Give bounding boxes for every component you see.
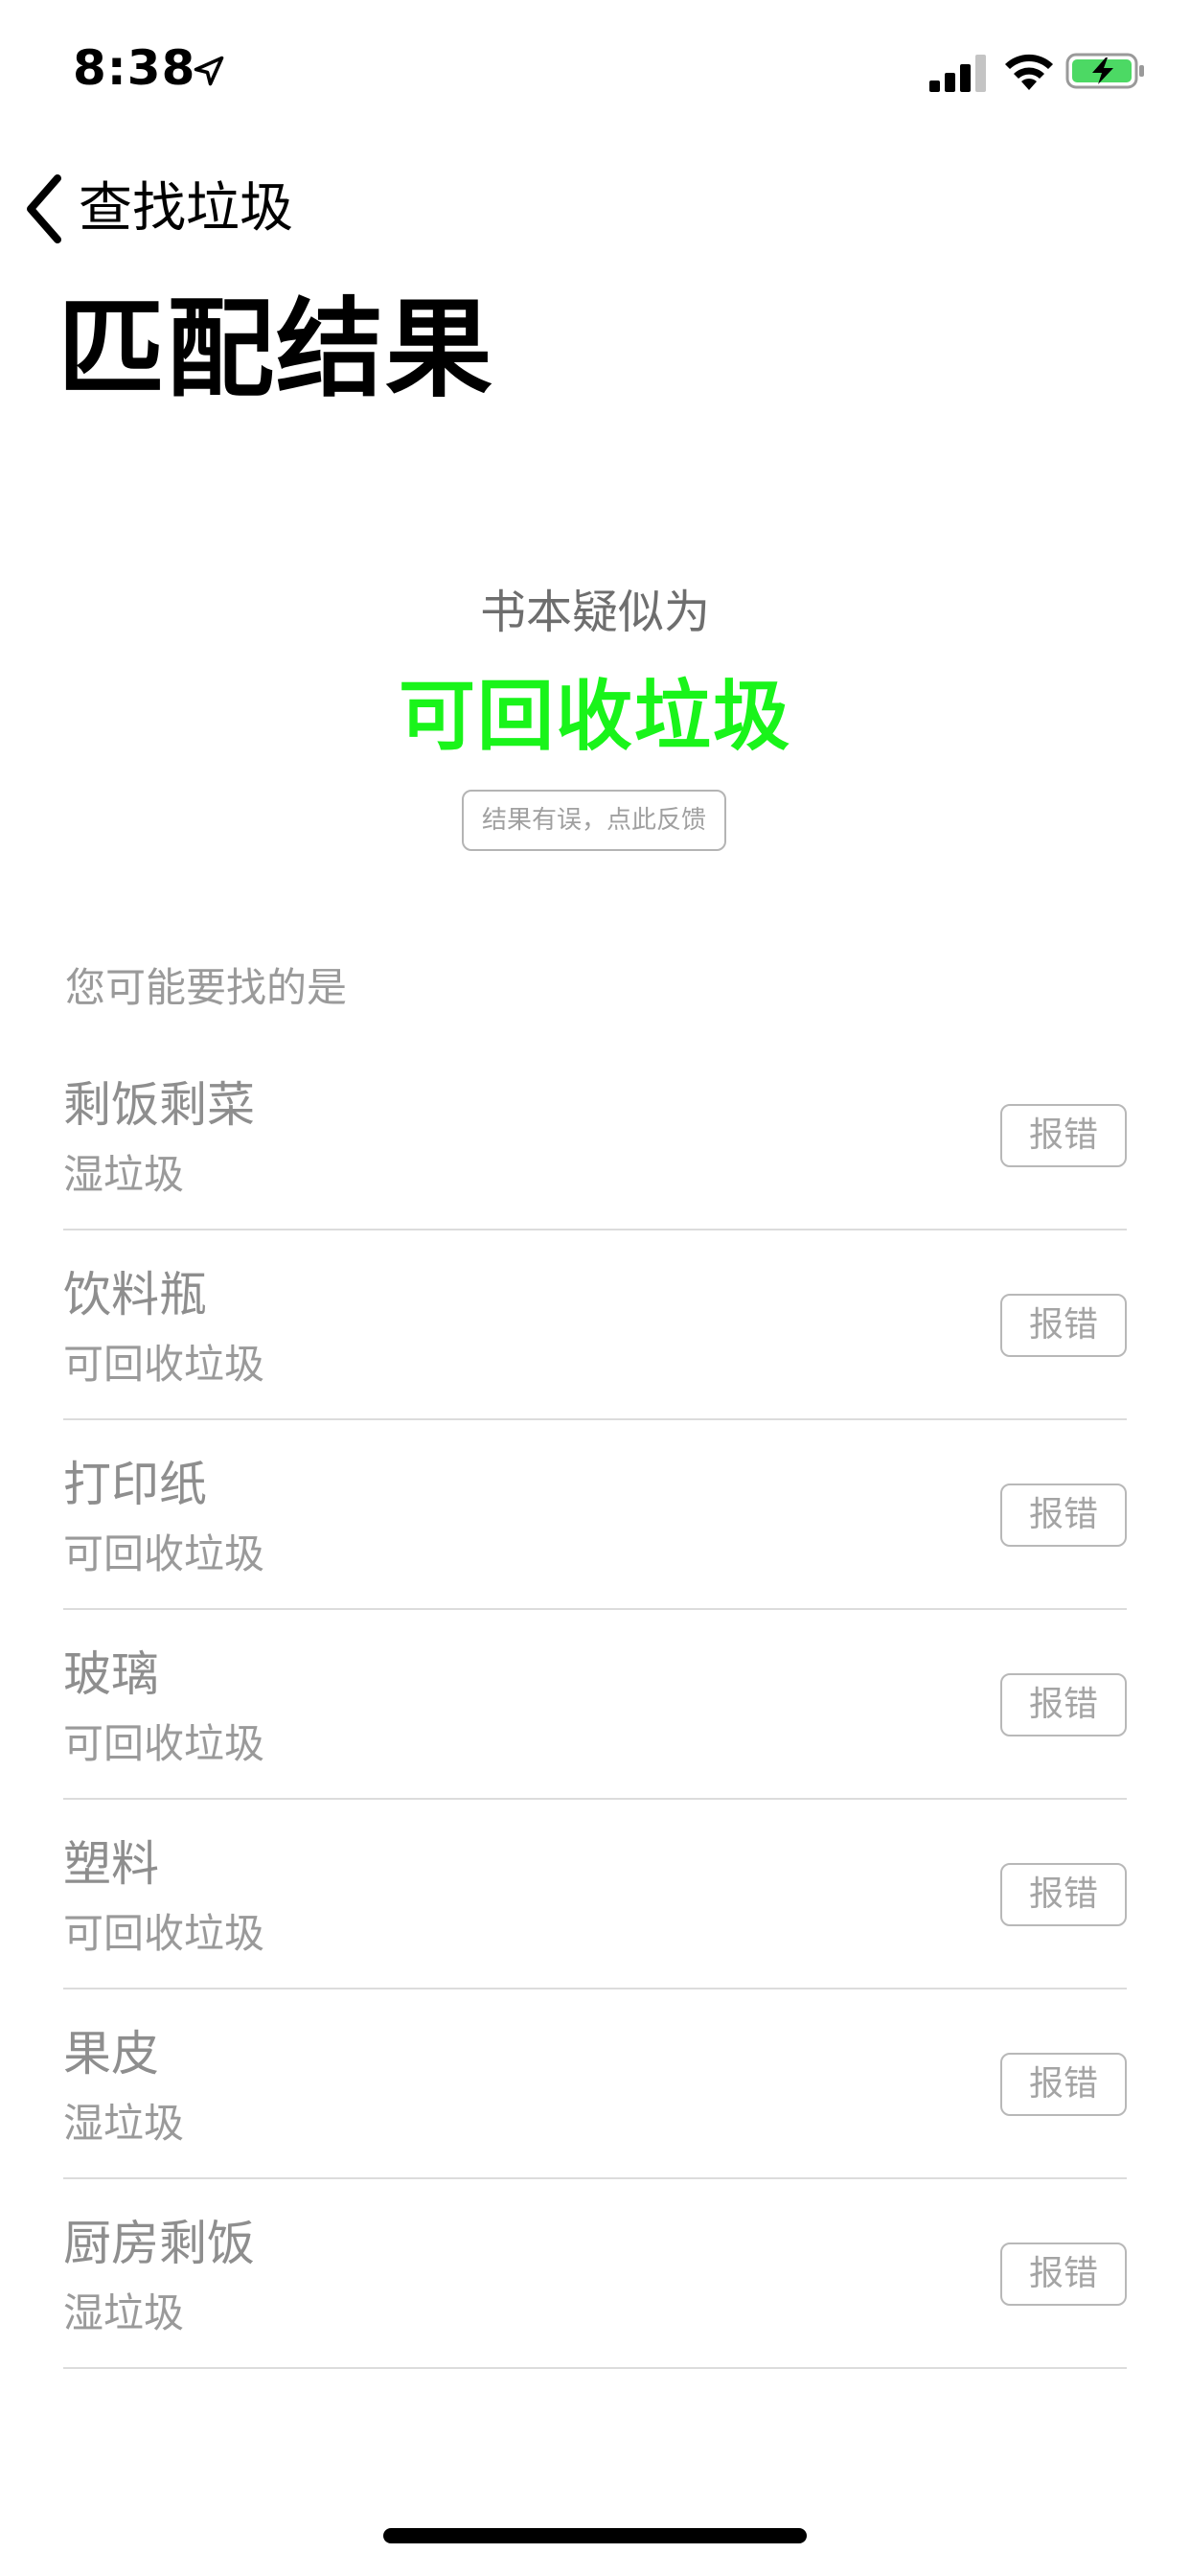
suggestion-name: 厨房剩饭 — [63, 2216, 255, 2271]
page-title: 匹配结果 — [57, 288, 494, 412]
suggestion-item[interactable]: 果皮 湿垃圾 报错 — [63, 1990, 1127, 2179]
report-error-button[interactable]: 报错 — [1000, 1863, 1127, 1926]
suggestion-item[interactable]: 玻璃 可回收垃圾 报错 — [63, 1610, 1127, 1800]
suggestion-list: 剩饭剩菜 湿垃圾 报错 饮料瓶 可回收垃圾 报错 打印纸 可回收垃圾 报错 玻璃… — [63, 1041, 1127, 2369]
cellular-signal-icon — [929, 55, 986, 92]
home-indicator[interactable] — [383, 2528, 807, 2543]
suggestion-type: 可回收垃圾 — [63, 1720, 265, 1767]
suggestion-item[interactable]: 厨房剩饭 湿垃圾 报错 — [63, 2179, 1127, 2369]
result-subtitle: 书本疑似为 — [479, 586, 710, 639]
suggestion-item[interactable]: 剩饭剩菜 湿垃圾 报错 — [63, 1041, 1127, 1230]
report-error-button[interactable]: 报错 — [1000, 1484, 1127, 1547]
suggestion-name: 剩饭剩菜 — [63, 1077, 255, 1133]
feedback-button[interactable]: 结果有误，点此反馈 — [462, 790, 726, 851]
suggestions-heading: 您可能要找的是 — [65, 964, 348, 1011]
suggestion-type: 湿垃圾 — [63, 1151, 185, 1198]
report-error-button[interactable]: 报错 — [1000, 1104, 1127, 1167]
suggestion-item[interactable]: 塑料 可回收垃圾 报错 — [63, 1800, 1127, 1990]
suggestion-item[interactable]: 打印纸 可回收垃圾 报错 — [63, 1420, 1127, 1610]
suggestion-name: 玻璃 — [63, 1646, 159, 1702]
suggestion-type: 可回收垃圾 — [63, 1910, 265, 1957]
back-button[interactable]: 查找垃圾 — [23, 171, 293, 247]
suggestion-name: 塑料 — [63, 1836, 159, 1892]
location-arrow-icon — [194, 56, 224, 86]
back-label: 查找垃圾 — [79, 177, 293, 240]
suggestion-name: 打印纸 — [63, 1457, 207, 1512]
status-bar: 8:38 — [0, 0, 1190, 134]
report-error-button[interactable]: 报错 — [1000, 1294, 1127, 1357]
report-error-button[interactable]: 报错 — [1000, 2053, 1127, 2116]
battery-charging-icon — [1065, 53, 1144, 89]
suggestion-name: 饮料瓶 — [63, 1267, 207, 1322]
chevron-left-icon — [27, 174, 61, 243]
result-category: 可回收垃圾 — [399, 672, 791, 761]
suggestion-item[interactable]: 饮料瓶 可回收垃圾 报错 — [63, 1230, 1127, 1420]
suggestion-type: 可回收垃圾 — [63, 1530, 265, 1577]
wifi-icon — [1005, 54, 1053, 90]
report-error-button[interactable]: 报错 — [1000, 2242, 1127, 2306]
suggestion-type: 湿垃圾 — [63, 2289, 185, 2336]
suggestion-type: 可回收垃圾 — [63, 1341, 265, 1388]
status-time: 8:38 — [73, 40, 196, 96]
suggestion-type: 湿垃圾 — [63, 2100, 185, 2147]
report-error-button[interactable]: 报错 — [1000, 1673, 1127, 1736]
suggestion-name: 果皮 — [63, 2026, 159, 2082]
